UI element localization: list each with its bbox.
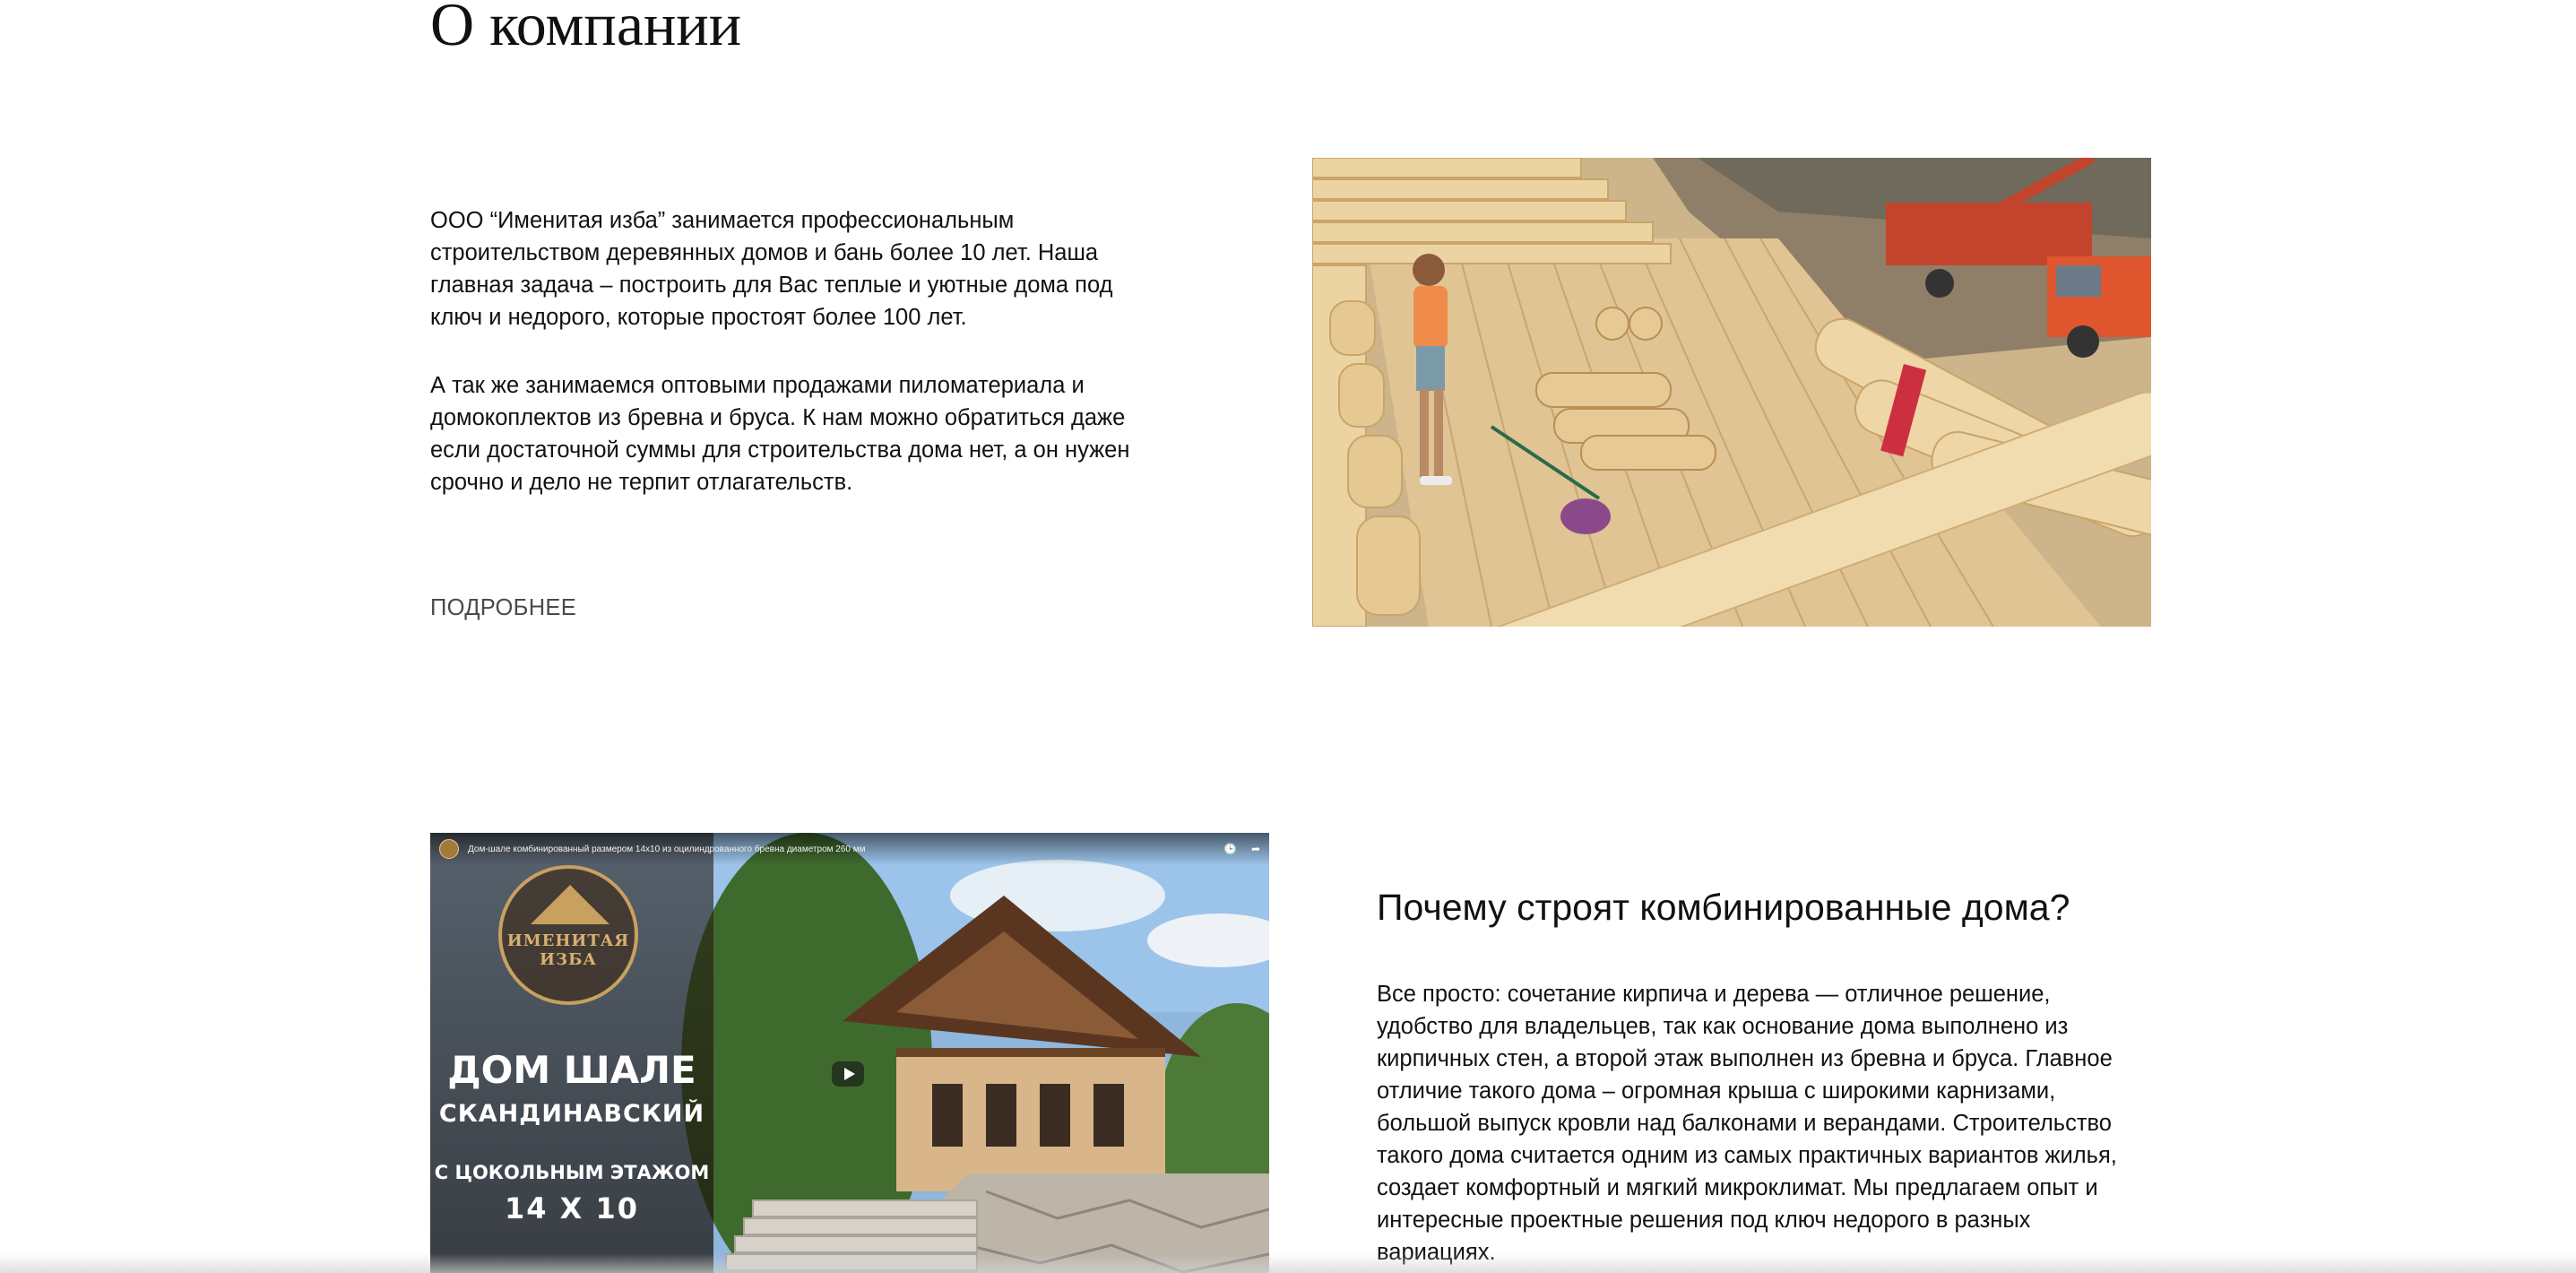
page-title: О компании (430, 0, 742, 58)
video-actions: 🕒 ➦ (1223, 843, 1260, 855)
video-caption-line-2: СКАНДИНАВСКИЙ (438, 1100, 705, 1128)
share-icon[interactable]: ➦ (1251, 843, 1260, 855)
logo-roof-icon (531, 885, 609, 924)
video-thumbnail-panel: ИМЕНИТАЯ ИЗБА ДОМ ШАЛЕ СКАНДИНАВСКИЙ С Ц… (430, 833, 713, 1273)
watch-later-icon[interactable]: 🕒 (1223, 843, 1237, 855)
logo-text: ИМЕНИТАЯ ИЗБА (506, 931, 630, 969)
video-topbar: Дом-шале комбинированный размером 14х10 … (430, 833, 1269, 865)
more-link[interactable]: ПОДРОБНЕЕ (430, 592, 576, 624)
video-caption-line-3: С ЦОКОЛЬНЫМ ЭТАЖОМ (434, 1162, 710, 1183)
company-logo: ИМЕНИТАЯ ИЗБА (498, 865, 638, 1005)
construction-photo (1312, 158, 2151, 627)
video-title[interactable]: Дом-шале комбинированный размером 14х10 … (468, 844, 866, 854)
about-paragraph-1: ООО “Именитая изба” занимается профессио… (430, 208, 1113, 330)
video-caption-line-1: ДОМ ШАЛЕ (447, 1048, 696, 1092)
section-text: Все просто: сочетание кирпича и дерева —… (1377, 982, 2117, 1265)
about-text: ООО “Именитая изба” занимается профессио… (430, 204, 1156, 534)
play-icon[interactable] (832, 1058, 864, 1090)
bottom-shade (0, 1253, 2576, 1273)
channel-avatar[interactable] (439, 839, 459, 859)
video-caption-line-4: 14 X 10 (504, 1191, 639, 1225)
section-heading: Почему строят комбинированные дома? (1377, 887, 2070, 928)
about-paragraph-2: А так же занимаемся оптовыми продажами п… (430, 373, 1130, 495)
video-player[interactable]: ИМЕНИТАЯ ИЗБА ДОМ ШАЛЕ СКАНДИНАВСКИЙ С Ц… (430, 833, 1269, 1273)
